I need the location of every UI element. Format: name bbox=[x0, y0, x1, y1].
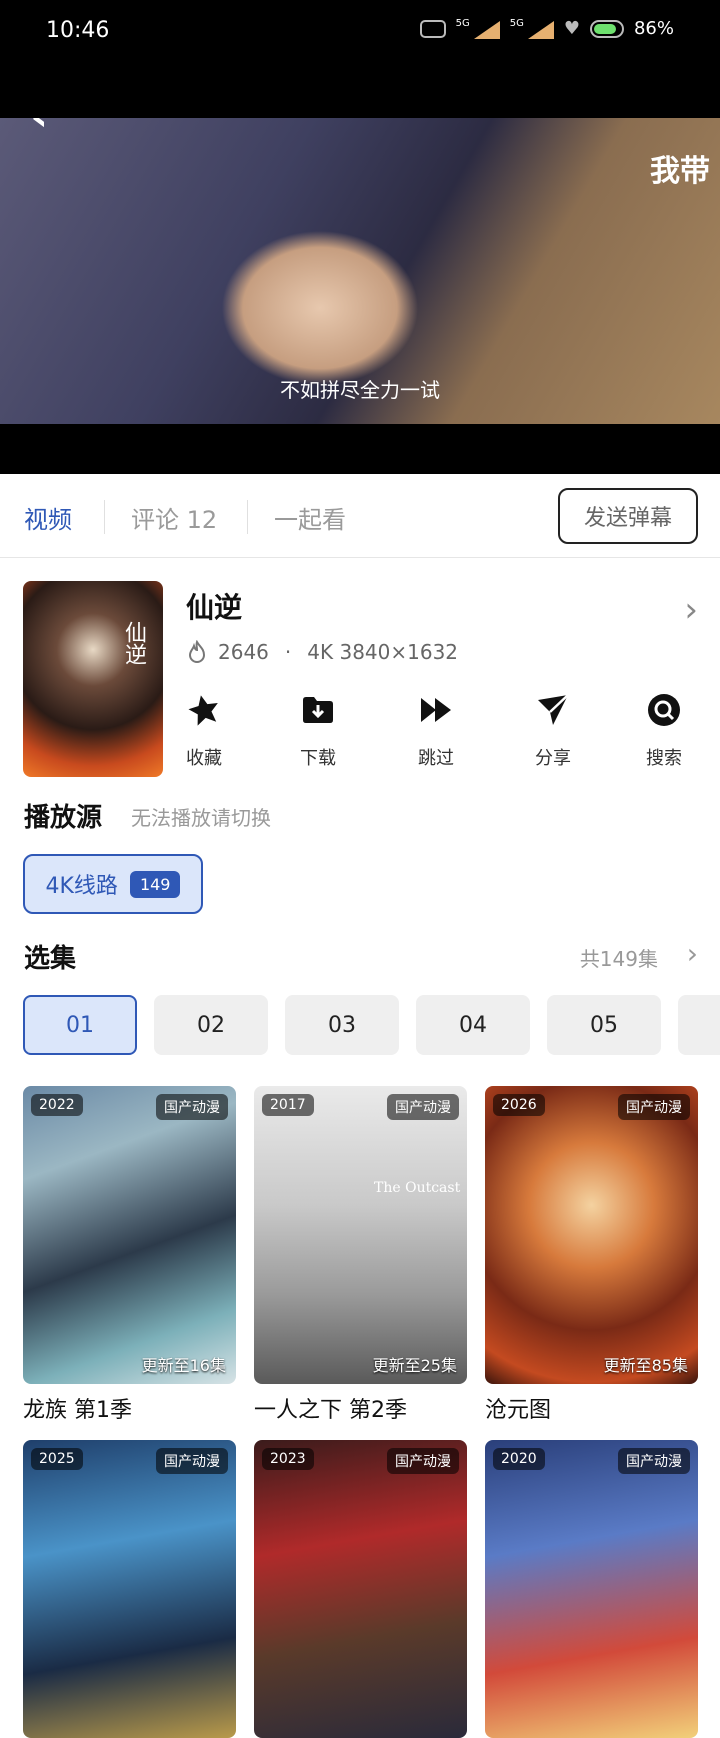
update-status: 更新至16集 bbox=[141, 1356, 226, 1375]
cover-text: The Outcast bbox=[374, 1180, 461, 1196]
category-badge: 国产动漫 bbox=[618, 1094, 690, 1120]
episode-button[interactable]: 05 bbox=[547, 995, 661, 1055]
year-badge: 2022 bbox=[31, 1094, 83, 1116]
share-label: 分享 bbox=[535, 748, 571, 769]
network-5g-label-1: 5G bbox=[455, 18, 470, 29]
video-subtitle: 不如拼尽全力一试 bbox=[280, 378, 440, 402]
card-cover[interactable]: 2026 国产动漫 更新至85集 bbox=[485, 1086, 698, 1384]
search-icon bbox=[648, 694, 680, 726]
video-player[interactable]: ‹ 我带 不如拼尽全力一试 bbox=[0, 118, 720, 474]
year-badge: 2025 bbox=[31, 1448, 83, 1470]
chevron-right-icon[interactable]: › bbox=[684, 590, 698, 630]
app-notification-icon bbox=[419, 19, 446, 38]
favorite-button[interactable]: 收藏 bbox=[164, 692, 244, 770]
battery-icon bbox=[589, 19, 624, 38]
episode-button[interactable]: 06 bbox=[678, 995, 720, 1055]
category-badge: 国产动漫 bbox=[387, 1448, 459, 1474]
heat-count: 2646 bbox=[218, 640, 269, 664]
star-icon bbox=[188, 695, 218, 726]
route-label: 4K线路 bbox=[45, 874, 118, 899]
recommendation-card[interactable]: The Outcast 2017 国产动漫 更新至25集 一人之下 第2季 bbox=[254, 1086, 467, 1424]
update-status: 更新至85集 bbox=[603, 1356, 688, 1375]
tab-watch-together[interactable]: 一起看 bbox=[274, 500, 346, 535]
content-tabs: 视频 评论 12 一起看 发送弹幕 bbox=[0, 474, 720, 558]
category-badge: 国产动漫 bbox=[156, 1448, 228, 1474]
recommendation-card[interactable]: 2020 国产动漫 bbox=[485, 1440, 698, 1738]
year-badge: 2017 bbox=[262, 1094, 314, 1116]
poster-calligraphy: 仙逆 bbox=[121, 621, 146, 665]
card-title[interactable]: 一人之下 第2季 bbox=[254, 1392, 467, 1424]
skip-forward-icon bbox=[421, 698, 451, 722]
card-cover[interactable]: 2025 国产动漫 bbox=[23, 1440, 236, 1738]
play-source-hint: 无法播放请切换 bbox=[131, 806, 271, 830]
share-button[interactable]: 分享 bbox=[513, 692, 593, 770]
episode-list: 01 02 03 04 05 06 bbox=[23, 995, 720, 1055]
update-status: 更新至25集 bbox=[372, 1356, 457, 1375]
episode-button[interactable]: 04 bbox=[416, 995, 530, 1055]
card-title[interactable]: 沧元图 bbox=[485, 1392, 698, 1424]
wifi-icon: ♥ bbox=[563, 18, 580, 39]
card-cover[interactable]: 2020 国产动漫 bbox=[485, 1440, 698, 1738]
battery-percent: 86% bbox=[633, 18, 674, 39]
download-label: 下载 bbox=[300, 748, 336, 769]
year-badge: 2023 bbox=[262, 1448, 314, 1470]
network-5g-label-2: 5G bbox=[509, 18, 524, 29]
route-count-badge: 149 bbox=[129, 870, 181, 898]
episode-button[interactable]: 01 bbox=[23, 995, 137, 1055]
status-icons: 5G 5G ♥ 86% bbox=[419, 18, 674, 39]
favorite-label: 收藏 bbox=[186, 748, 222, 769]
video-quality: 4K 3840×1632 bbox=[307, 640, 459, 664]
episode-button[interactable]: 02 bbox=[154, 995, 268, 1055]
show-meta: 2646 · 4K 3840×1632 bbox=[186, 640, 458, 664]
recommendation-card[interactable]: 2025 国产动漫 bbox=[23, 1440, 236, 1738]
card-cover[interactable]: 2022 国产动漫 更新至16集 bbox=[23, 1086, 236, 1384]
video-overlay-title: 我带 bbox=[650, 154, 710, 189]
skip-button[interactable]: 跳过 bbox=[396, 692, 476, 770]
skip-label: 跳过 bbox=[418, 748, 454, 769]
back-icon[interactable]: ‹ bbox=[30, 118, 48, 141]
share-send-icon bbox=[538, 694, 569, 725]
recommendation-card[interactable]: 2026 国产动漫 更新至85集 沧元图 bbox=[485, 1086, 698, 1424]
status-bar: 10:46 5G 5G ♥ 86% bbox=[0, 0, 720, 118]
download-folder-icon bbox=[303, 697, 333, 723]
meta-separator: · bbox=[284, 640, 292, 664]
chevron-right-icon[interactable]: › bbox=[687, 937, 698, 970]
category-badge: 国产动漫 bbox=[618, 1448, 690, 1474]
show-title[interactable]: 仙逆 bbox=[186, 586, 242, 626]
action-bar: 收藏 下载 跳过 分享 搜索 bbox=[186, 692, 706, 792]
card-title[interactable]: 龙族 第1季 bbox=[23, 1392, 236, 1424]
play-source-heading: 播放源 bbox=[24, 803, 103, 833]
year-badge: 2026 bbox=[493, 1094, 545, 1116]
route-4k-button[interactable]: 4K线路 149 bbox=[23, 854, 203, 914]
search-button[interactable]: 搜索 bbox=[624, 692, 704, 770]
flame-icon bbox=[188, 640, 206, 663]
recommendation-card[interactable]: 2022 国产动漫 更新至16集 龙族 第1季 bbox=[23, 1086, 236, 1424]
year-badge: 2020 bbox=[493, 1448, 545, 1470]
show-poster[interactable]: 仙逆 bbox=[23, 581, 163, 777]
episodes-heading: 选集 bbox=[24, 944, 77, 974]
search-label: 搜索 bbox=[646, 748, 682, 769]
signal-icon-1 bbox=[472, 19, 500, 39]
tab-comments[interactable]: 评论 12 bbox=[131, 500, 217, 535]
download-button[interactable]: 下载 bbox=[278, 692, 358, 770]
episodes-total[interactable]: 共149集 bbox=[580, 943, 658, 972]
status-time: 10:46 bbox=[46, 18, 110, 43]
episode-button[interactable]: 03 bbox=[285, 995, 399, 1055]
recommendation-card[interactable]: 2023 国产动漫 bbox=[254, 1440, 467, 1738]
tab-video[interactable]: 视频 bbox=[24, 500, 72, 535]
tab-divider bbox=[247, 500, 248, 534]
card-cover[interactable]: The Outcast 2017 国产动漫 更新至25集 bbox=[254, 1086, 467, 1384]
category-badge: 国产动漫 bbox=[156, 1094, 228, 1120]
card-cover[interactable]: 2023 国产动漫 bbox=[254, 1440, 467, 1738]
send-danmaku-button[interactable]: 发送弹幕 bbox=[558, 488, 698, 544]
tab-divider bbox=[104, 500, 105, 534]
signal-icon-2 bbox=[526, 19, 554, 39]
category-badge: 国产动漫 bbox=[387, 1094, 459, 1120]
